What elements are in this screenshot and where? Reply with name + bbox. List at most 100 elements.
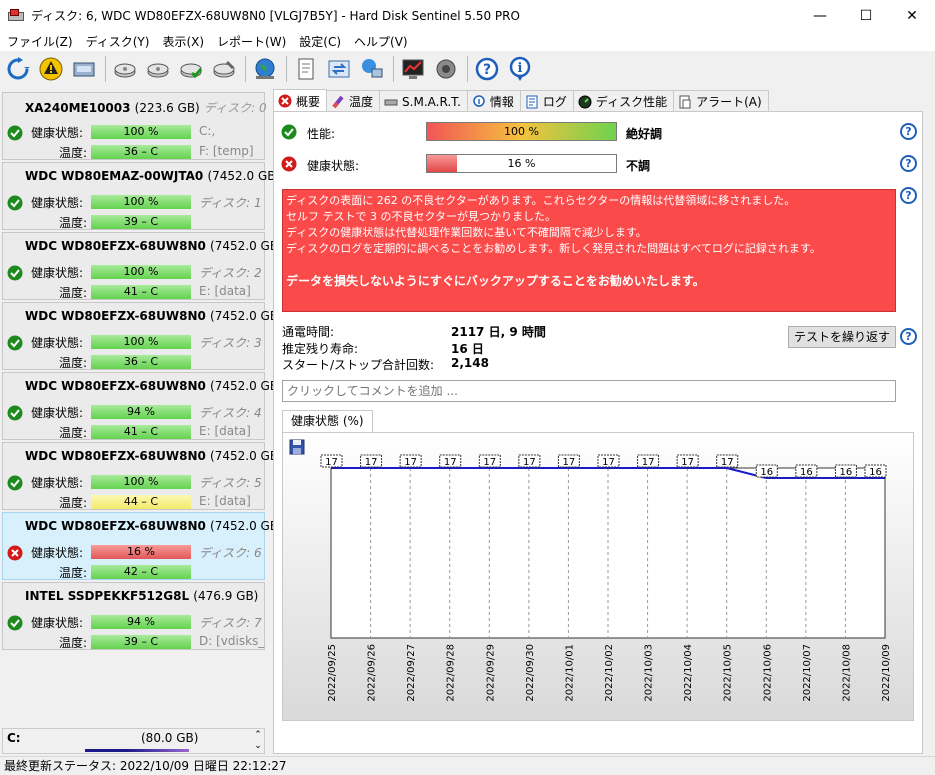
refresh-icon[interactable]	[4, 55, 32, 83]
tab-info[interactable]: 情報	[466, 90, 521, 112]
data-label: 16	[869, 467, 882, 478]
tab-overview[interactable]: 概要	[273, 89, 328, 112]
data-label: 17	[325, 457, 338, 468]
temperature-label: 温度:	[59, 216, 88, 230]
scroll-down-icon[interactable]: ⌄	[251, 741, 265, 752]
disk-size: (223.6 GB)	[134, 101, 200, 115]
health-label: 健康状態:	[31, 546, 84, 560]
info-icon[interactable]: i	[506, 55, 534, 83]
tab-log[interactable]: ログ	[519, 90, 574, 112]
health-bar: 94 %	[91, 615, 191, 629]
disk-model: WDC WD80EFZX-68UW8N0	[25, 519, 206, 533]
menu-settings[interactable]: 設定(C)	[294, 33, 349, 50]
help-icon[interactable]: ?	[900, 187, 917, 204]
speaker-icon[interactable]	[432, 55, 460, 83]
x-tick-label: 2022/10/03	[644, 644, 655, 702]
help-icon[interactable]: ?	[900, 123, 917, 140]
disk-location: ディスク: 5	[199, 476, 262, 490]
help-icon[interactable]: ?	[473, 55, 501, 83]
health-bar: 100 %	[91, 335, 191, 349]
retest-button[interactable]: テストを繰り返す	[788, 326, 896, 348]
disk-card[interactable]: WDC WD80EMAZ-00WJTA0 (7452.0 GB) 健康状態: 100…	[2, 162, 280, 230]
globe-icon[interactable]	[251, 55, 279, 83]
error-icon	[281, 156, 297, 172]
check-icon	[7, 405, 23, 421]
network-icon[interactable]	[358, 55, 386, 83]
disk-card[interactable]: WDC WD80EFZX-68UW8N0 (7452.0 GB) 健康状態: 100…	[2, 442, 283, 510]
disk-card[interactable]: WDC WD80EFZX-68UW8N0 (7452.0 GB) 健康状態: 100…	[2, 302, 283, 370]
start-stop-label: スタート/ストップ合計回数:	[282, 358, 435, 372]
disk-card[interactable]: INTEL SSDPEKKF512G8L (476.9 GB) 健康状態: 94 %…	[2, 582, 265, 650]
disk-size: (7452.0 GB)	[210, 519, 283, 533]
health-bar: 94 %	[91, 405, 191, 419]
data-label: 16	[800, 467, 813, 478]
health-label: 健康状態:	[31, 196, 84, 210]
health-bar: 16 %	[91, 545, 191, 559]
disk-tool-2-icon[interactable]	[144, 55, 172, 83]
x-tick-label: 2022/10/05	[723, 644, 734, 702]
x-tick-label: 2022/10/09	[881, 644, 892, 702]
partition-scroll[interactable]: ⌃ ⌄	[251, 730, 265, 752]
transfer-icon[interactable]	[325, 55, 353, 83]
x-tick-label: 2022/10/06	[762, 644, 773, 702]
health-label: 健康状態:	[307, 159, 360, 173]
error-icon	[7, 545, 23, 561]
disk-volume: D: [vdisks_sy	[199, 634, 265, 648]
temperature-bar: 36 – C	[91, 355, 191, 369]
disk-card[interactable]: WDC WD80EFZX-68UW8N0 (7452.0 GB) 健康状態: 100…	[2, 232, 283, 300]
alert-icon	[678, 95, 692, 109]
menu-file[interactable]: ファイル(Z)	[2, 33, 81, 50]
report-icon[interactable]	[292, 55, 320, 83]
disk-check-icon[interactable]	[177, 55, 205, 83]
help-icon[interactable]: ?	[900, 328, 917, 345]
menu-help[interactable]: ヘルプ(V)	[349, 33, 416, 50]
disk-location: ディスク: 6	[199, 546, 262, 560]
disk-title: XA240ME10003 (223.6 GB) ディスク: 0	[25, 99, 267, 116]
disk-wrench-icon[interactable]	[210, 55, 238, 83]
alert-line: セルフ テストで 3 の不良セクターが見つかりました。	[286, 210, 557, 223]
x-tick-label: 2022/10/08	[841, 644, 852, 702]
menu-view[interactable]: 表示(X)	[157, 33, 212, 50]
tab-smart[interactable]: S.M.A.R.T.	[379, 90, 468, 112]
x-tick-label: 2022/09/29	[485, 644, 496, 702]
temperature-label: 温度:	[59, 356, 88, 370]
disk-icon[interactable]	[70, 55, 98, 83]
toolbar-separator	[393, 56, 394, 82]
scroll-up-icon[interactable]: ⌃	[251, 730, 265, 741]
minimize-button[interactable]: —	[797, 0, 843, 31]
health-verdict: 不調	[626, 159, 651, 173]
close-button[interactable]: ✕	[889, 0, 935, 31]
x-tick-label: 2022/10/02	[604, 644, 615, 702]
tab-alert[interactable]: アラート(A)	[673, 90, 769, 112]
menu-report[interactable]: レポート(W)	[212, 33, 294, 50]
disk-title: INTEL SSDPEKKF512G8L (476.9 GB)	[25, 589, 258, 603]
disk-card[interactable]: WDC WD80EFZX-68UW8N0 (7452.0 GB) 健康状態: 94 …	[2, 372, 283, 440]
comment-input[interactable]	[282, 380, 896, 402]
data-label: 17	[523, 457, 536, 468]
disk-title: WDC WD80EFZX-68UW8N0 (7452.0 GB)	[25, 519, 283, 533]
app-icon	[8, 8, 24, 23]
tab-performance[interactable]: ディスク性能	[572, 90, 675, 112]
tab-health-chart[interactable]: 健康状態 (%)	[282, 410, 373, 432]
toolbar-separator	[245, 56, 246, 82]
temperature-bar: 41 – C	[91, 425, 191, 439]
health-alert-box: ディスクの表面に 262 の不良セクターがあります。これらセクターの情報は代替領…	[282, 189, 896, 312]
x-tick-label: 2022/09/27	[406, 644, 417, 702]
data-label: 17	[365, 457, 378, 468]
disk-tool-1-icon[interactable]	[111, 55, 139, 83]
chart-icon[interactable]	[399, 55, 427, 83]
warning-icon[interactable]	[37, 55, 65, 83]
temperature-label: 温度:	[59, 286, 88, 300]
disk-card[interactable]: XA240ME10003 (223.6 GB) ディスク: 0 健康状態: 100 …	[2, 92, 267, 160]
help-icon[interactable]: ?	[900, 155, 917, 172]
check-icon	[7, 195, 23, 211]
thermometer-icon	[331, 95, 345, 109]
temperature-bar: 42 – C	[91, 565, 191, 579]
menu-disk[interactable]: ディスク(Y)	[81, 33, 158, 50]
partition-panel[interactable]: C: (80.0 GB) ⌃ ⌄	[2, 728, 265, 754]
disk-card[interactable]: WDC WD80EFZX-68UW8N0 (7452.0 GB) 健康状態: 16 …	[2, 512, 283, 580]
tab-bar: 概要 温度 S.M.A.R.T. 情報 ログ ディスク性能 アラート(A)	[273, 89, 769, 112]
maximize-button[interactable]: ☐	[843, 0, 889, 31]
temperature-bar: 39 – C	[91, 215, 191, 229]
tab-temperature[interactable]: 温度	[326, 90, 381, 112]
